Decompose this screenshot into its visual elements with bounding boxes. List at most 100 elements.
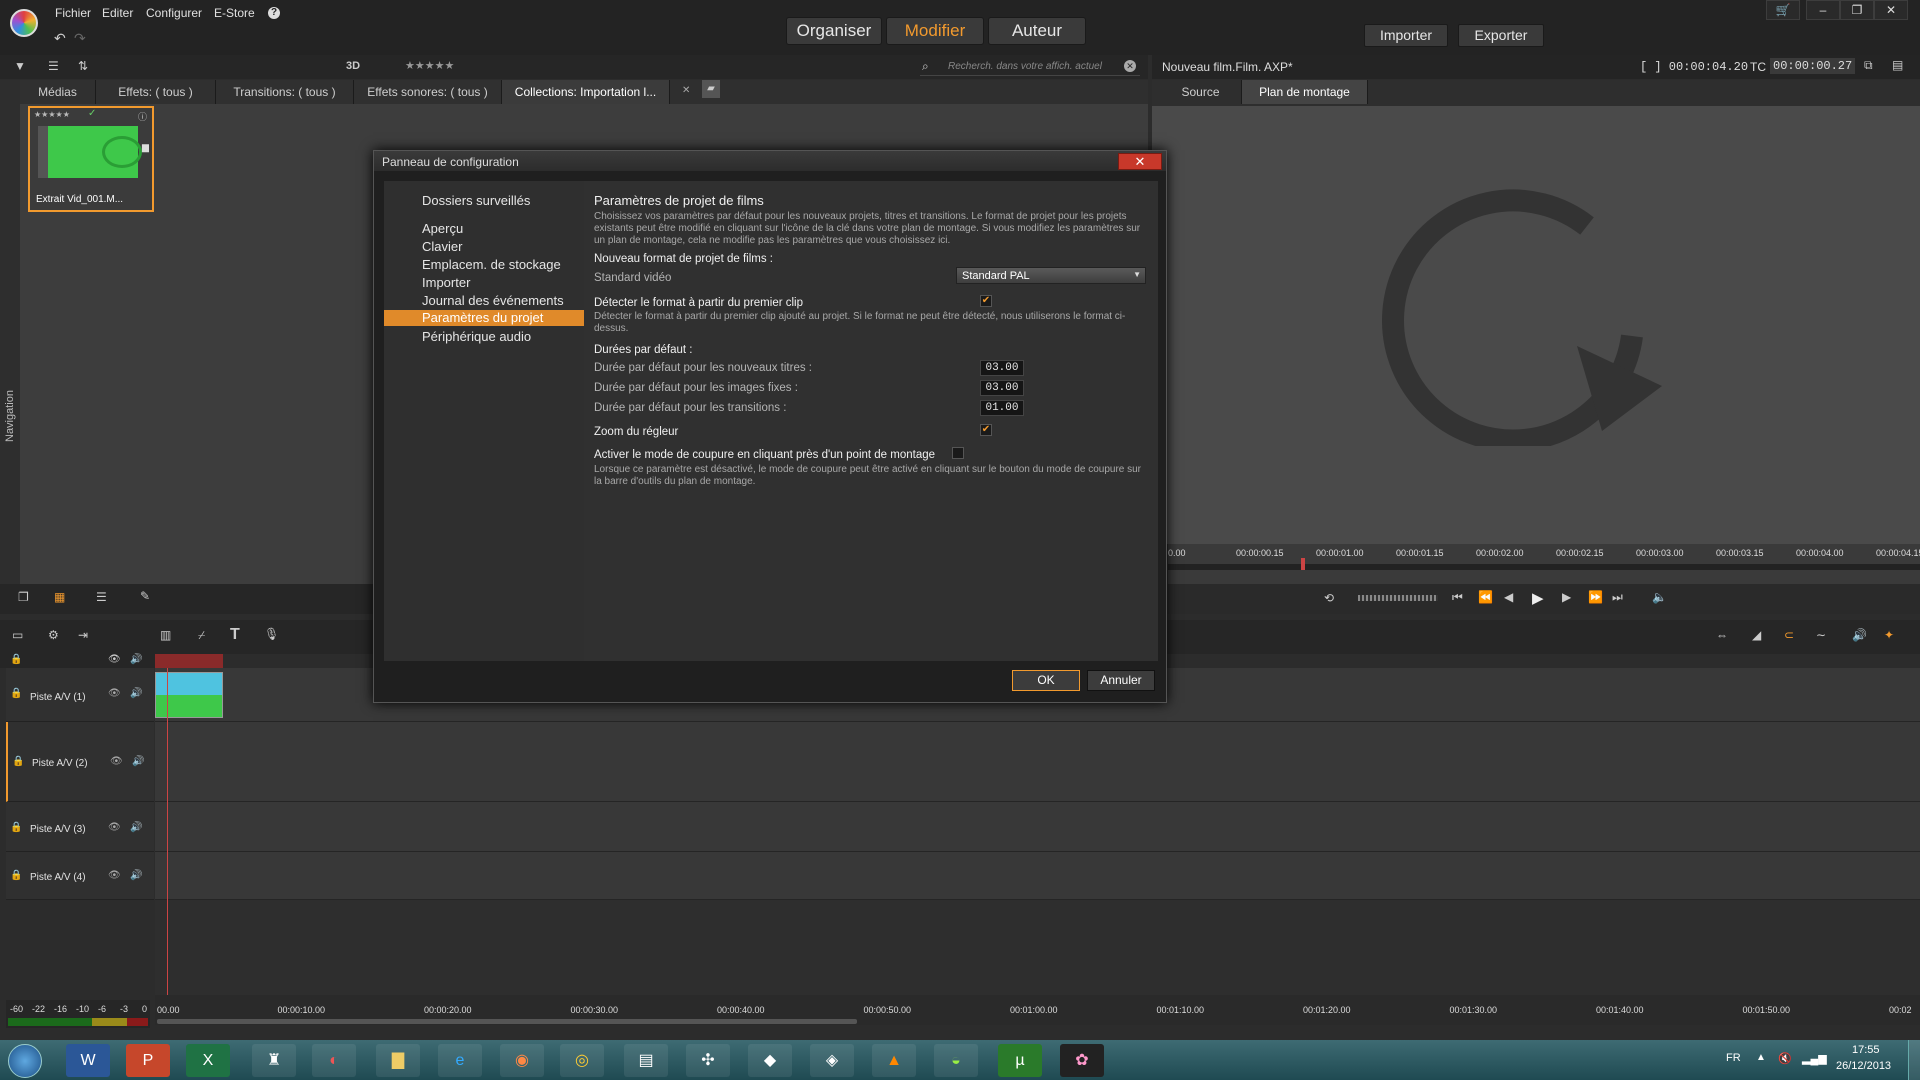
next-frame-icon[interactable]: ⏩ [1588, 590, 1603, 604]
title-icon[interactable]: T [230, 626, 240, 644]
track-lane-2[interactable] [155, 722, 1920, 802]
close-tab-icon[interactable]: ✕ [682, 85, 690, 96]
utorrent-icon[interactable]: µ [998, 1044, 1042, 1077]
eye-icon[interactable]: 👁 [110, 756, 123, 767]
close-window-icon[interactable]: ✕ [1874, 0, 1908, 20]
start-button-icon[interactable] [8, 1044, 42, 1078]
step-back-icon[interactable]: ◀ [1504, 590, 1513, 604]
step-forward-icon[interactable]: ▶ [1562, 590, 1571, 604]
app-icon-12[interactable]: ◈ [810, 1044, 854, 1077]
powerpoint-icon[interactable]: P [126, 1044, 170, 1077]
lock-all-icon[interactable]: 🔒 [10, 654, 22, 665]
chrome-icon[interactable]: ◎ [560, 1044, 604, 1077]
excel-icon[interactable]: X [186, 1044, 230, 1077]
popout-icon[interactable]: ⧉ [1864, 58, 1873, 73]
cut-mode-checkbox[interactable] [952, 447, 964, 459]
fullscreen-icon[interactable]: ▤ [1892, 58, 1903, 72]
dialog-titlebar[interactable]: Panneau de configuration ✕ [374, 151, 1166, 171]
eye-icon[interactable]: 👁 [108, 688, 121, 699]
volume-tray-icon[interactable]: 🔇 [1778, 1052, 1792, 1065]
volume-icon[interactable]: 🔈 [1652, 590, 1667, 604]
eye-icon[interactable]: 👁 [108, 822, 121, 833]
menu-edit[interactable]: Editer [102, 6, 133, 20]
folder-explorer-icon[interactable]: ▇ [376, 1044, 420, 1077]
internet-explorer-icon[interactable]: e [438, 1044, 482, 1077]
menu-estore[interactable]: E-Store [214, 6, 255, 20]
sidebar-item-import[interactable]: Importer [422, 275, 470, 290]
tab-timeline[interactable]: Plan de montage [1242, 80, 1368, 104]
titles-duration-field[interactable]: 03.00 [980, 360, 1024, 376]
network-tray-icon[interactable]: ▂▄▆ [1802, 1052, 1827, 1065]
speaker-icon[interactable]: 🔊 [130, 688, 142, 699]
sidebar-item-event-log[interactable]: Journal des événements [422, 293, 564, 308]
pages-icon[interactable]: ❐ [18, 590, 29, 604]
grid-view-icon[interactable]: ▦ [54, 590, 65, 604]
track-lane-3[interactable] [155, 802, 1920, 852]
tab-source[interactable]: Source [1160, 80, 1242, 104]
previous-frame-icon[interactable]: ⏪ [1478, 590, 1493, 604]
shuttle-control[interactable] [1358, 595, 1438, 601]
sidebar-item-project-settings[interactable]: Paramètres du projet [384, 310, 584, 326]
timeline-playhead[interactable] [167, 660, 168, 1020]
track-header-2[interactable]: 🔒 Piste A/V (2) 👁 🔊 [6, 722, 154, 802]
app-logo-icon[interactable] [10, 9, 38, 37]
speaker-icon[interactable]: 🔊 [132, 756, 144, 767]
undo-icon[interactable]: ↶ [54, 30, 66, 47]
tab-collections[interactable]: Collections: Importation l... [502, 80, 670, 104]
dialog-close-button[interactable]: ✕ [1118, 153, 1162, 170]
cancel-button[interactable]: Annuler [1087, 670, 1155, 691]
preview-viewer[interactable] [1152, 106, 1920, 544]
taskbar-lang[interactable]: FR [1726, 1052, 1741, 1064]
audio-mixer-icon[interactable]: ▥ [160, 628, 171, 642]
playhead-marker[interactable] [155, 654, 223, 668]
tab-transitions[interactable]: Transitions: ( tous ) [216, 80, 354, 104]
restore-icon[interactable]: ❐ [1840, 0, 1874, 20]
cart-icon[interactable]: 🛒 [1766, 0, 1800, 20]
app-icon-14[interactable]: ◒ [934, 1044, 978, 1077]
mode-author-button[interactable]: Auteur [988, 17, 1086, 45]
edit-mode-icon[interactable]: ⇥ [78, 628, 88, 642]
tc-value-field[interactable]: 00:00:00.27 [1770, 58, 1856, 74]
vlc-icon[interactable]: ▲ [872, 1044, 916, 1077]
help-icon[interactable]: ? [268, 7, 280, 19]
speaker-all-icon[interactable]: 🔊 [130, 654, 142, 665]
preview-ruler[interactable]: 0.00 00:00:00.15 00:00:01.00 00:00:01.15 00:… [1168, 544, 1920, 584]
zoom-checkbox[interactable]: ✔ [980, 424, 992, 436]
audio-scrub-icon[interactable]: 🔊 [1852, 628, 1867, 642]
speaker-icon[interactable]: 🔊 [130, 822, 142, 833]
firefox-icon[interactable]: ◉ [500, 1044, 544, 1077]
ok-button[interactable]: OK [1012, 670, 1080, 691]
track-header-3[interactable]: 🔒 Piste A/V (3) 👁 🔊 [6, 802, 154, 852]
tab-sound-effects[interactable]: Effets sonores: ( tous ) [354, 80, 502, 104]
sidebar-item-preview[interactable]: Aperçu [422, 221, 463, 236]
preview-playhead[interactable] [1301, 558, 1305, 570]
stars-filter[interactable]: ★★★★★ [405, 59, 454, 72]
media-clip[interactable]: ★★★★★ ✓ ⓘ ▆ Extrait Vid_001.M... [28, 106, 154, 212]
eye-all-icon[interactable]: 👁 [108, 654, 121, 665]
clear-search-icon[interactable]: ✕ [1124, 60, 1136, 72]
show-desktop-button[interactable] [1908, 1040, 1920, 1080]
taskbar-time[interactable]: 17:55 [1852, 1044, 1880, 1056]
fit-icon[interactable]: ⇔ [1716, 628, 1728, 642]
go-to-start-icon[interactable]: ⏮ [1452, 590, 1463, 605]
ripple-icon[interactable]: ◢ [1752, 628, 1761, 642]
images-duration-field[interactable]: 03.00 [980, 380, 1024, 396]
sidebar-item-watched-folders[interactable]: Dossiers surveillés [422, 193, 530, 208]
play-icon[interactable]: ▶ [1532, 589, 1544, 607]
timeline-scrollbar[interactable] [157, 1019, 857, 1024]
scrub-icon[interactable]: ∼ [1816, 628, 1826, 642]
detect-format-checkbox[interactable]: ✔ [980, 295, 992, 307]
go-to-end-icon[interactable]: ⏭ [1612, 590, 1623, 605]
track-header-1[interactable]: 🔒 Piste A/V (1) 👁 🔊 [6, 668, 154, 722]
redo-icon[interactable]: ↷ [74, 30, 86, 47]
timeline-empty-area[interactable] [155, 900, 1920, 995]
taskbar-date[interactable]: 26/12/2013 [1836, 1060, 1891, 1072]
tab-effects[interactable]: Effets: ( tous ) [96, 80, 216, 104]
app-icon-10[interactable]: ✣ [686, 1044, 730, 1077]
clip-info-icon[interactable]: ⓘ [138, 110, 147, 123]
ccleaner-icon[interactable]: ◐ [312, 1044, 356, 1077]
timeline-ruler[interactable]: 00.00 00:00:10.00 00:00:20.00 00:00:30.00 00… [155, 995, 1920, 1025]
lock-icon[interactable]: 🔒 [10, 870, 22, 881]
app-icon-11[interactable]: ◆ [748, 1044, 792, 1077]
menu-file[interactable]: Fichier [55, 6, 91, 20]
